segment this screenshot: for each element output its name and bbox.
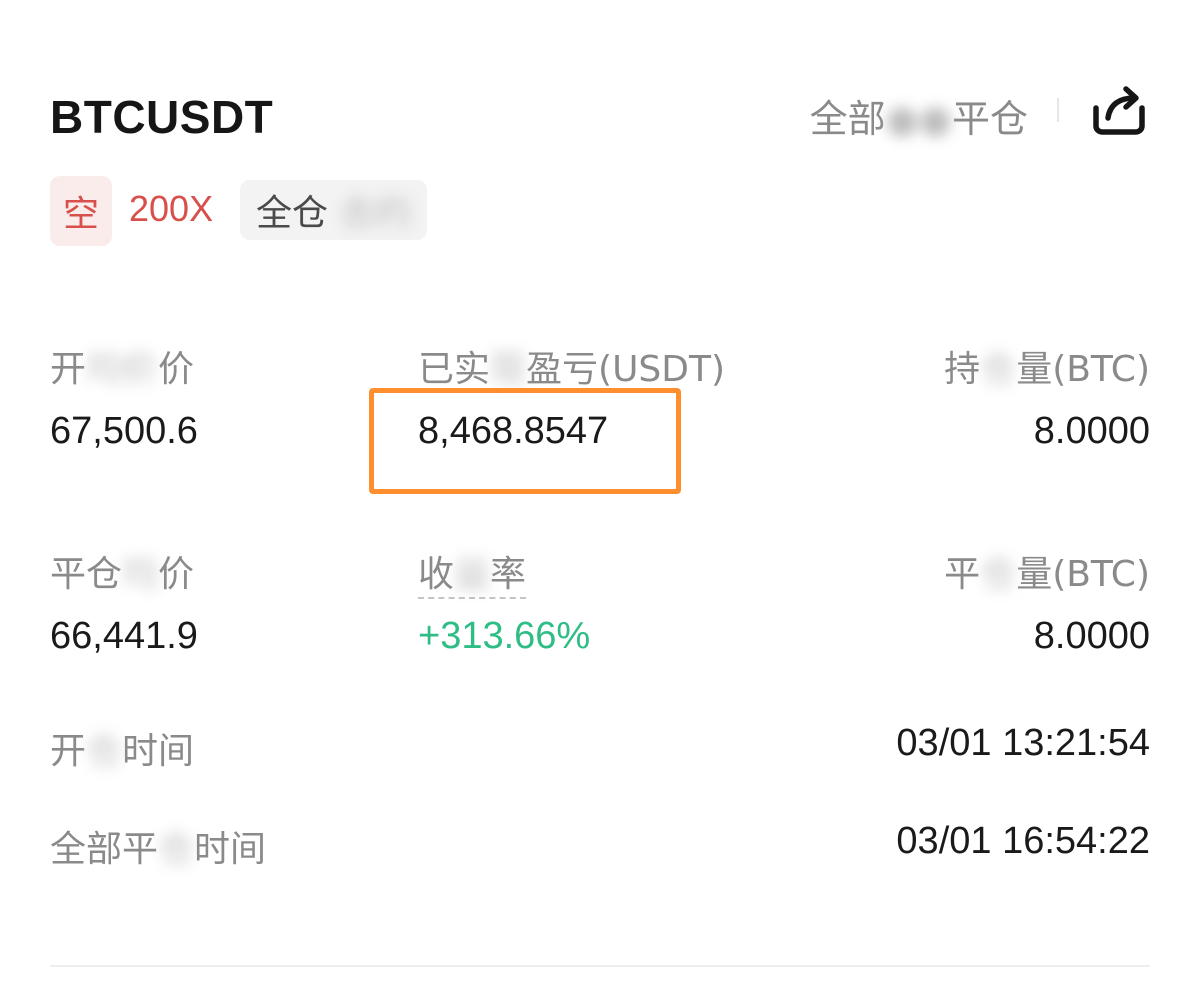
close-status-prefix: 全部 (809, 97, 886, 141)
margin-mode-prefix: 全仓 (256, 193, 329, 234)
realized-pnl-label: 已实现盈亏(USDT) (418, 349, 726, 390)
full-close-time-label: 全部平仓时间 (50, 829, 267, 870)
roi-label[interactable]: 收益率 (418, 545, 527, 599)
open-price-label: 开均价价 (50, 349, 195, 390)
close-price-value: 66,441.9 (50, 615, 198, 657)
position-history-card: BTCUSDT 全部●●平仓 空 200X 全仓 合约 开均价价 67,500.… (0, 0, 1200, 982)
close-size-value: 8.0000 (1033, 615, 1150, 657)
share-button[interactable] (1088, 80, 1150, 142)
highlight-annotation (369, 388, 681, 494)
share-icon (1093, 86, 1145, 135)
leverage-label: 200X (129, 188, 214, 229)
symbol-title: BTCUSDT (50, 91, 274, 143)
bottom-divider (50, 965, 1150, 967)
open-time-label: 开仓时间 (50, 731, 195, 772)
side-badge: 空 (50, 176, 112, 246)
open-time-value: 03/01 13:21:54 (896, 722, 1150, 764)
roi-value: +313.66% (418, 615, 591, 657)
margin-mode-badge: 全仓 合约 (240, 180, 428, 240)
open-price-value: 67,500.6 (50, 410, 198, 452)
close-price-label: 平仓均价 (50, 554, 195, 595)
close-status-link[interactable]: 全部●●平仓 (810, 88, 1028, 143)
margin-mode-suffix: 合约 (339, 193, 412, 234)
header-divider (1057, 98, 1059, 122)
close-size-label: 平仓量(BTC) (944, 554, 1150, 595)
position-size-value: 8.0000 (1033, 410, 1150, 452)
close-status-suffix: 平仓 (951, 97, 1028, 141)
blurred-text: ●● (885, 97, 952, 141)
full-close-time-value: 03/01 16:54:22 (896, 820, 1150, 862)
position-size-label: 持仓量(BTC) (944, 349, 1150, 390)
